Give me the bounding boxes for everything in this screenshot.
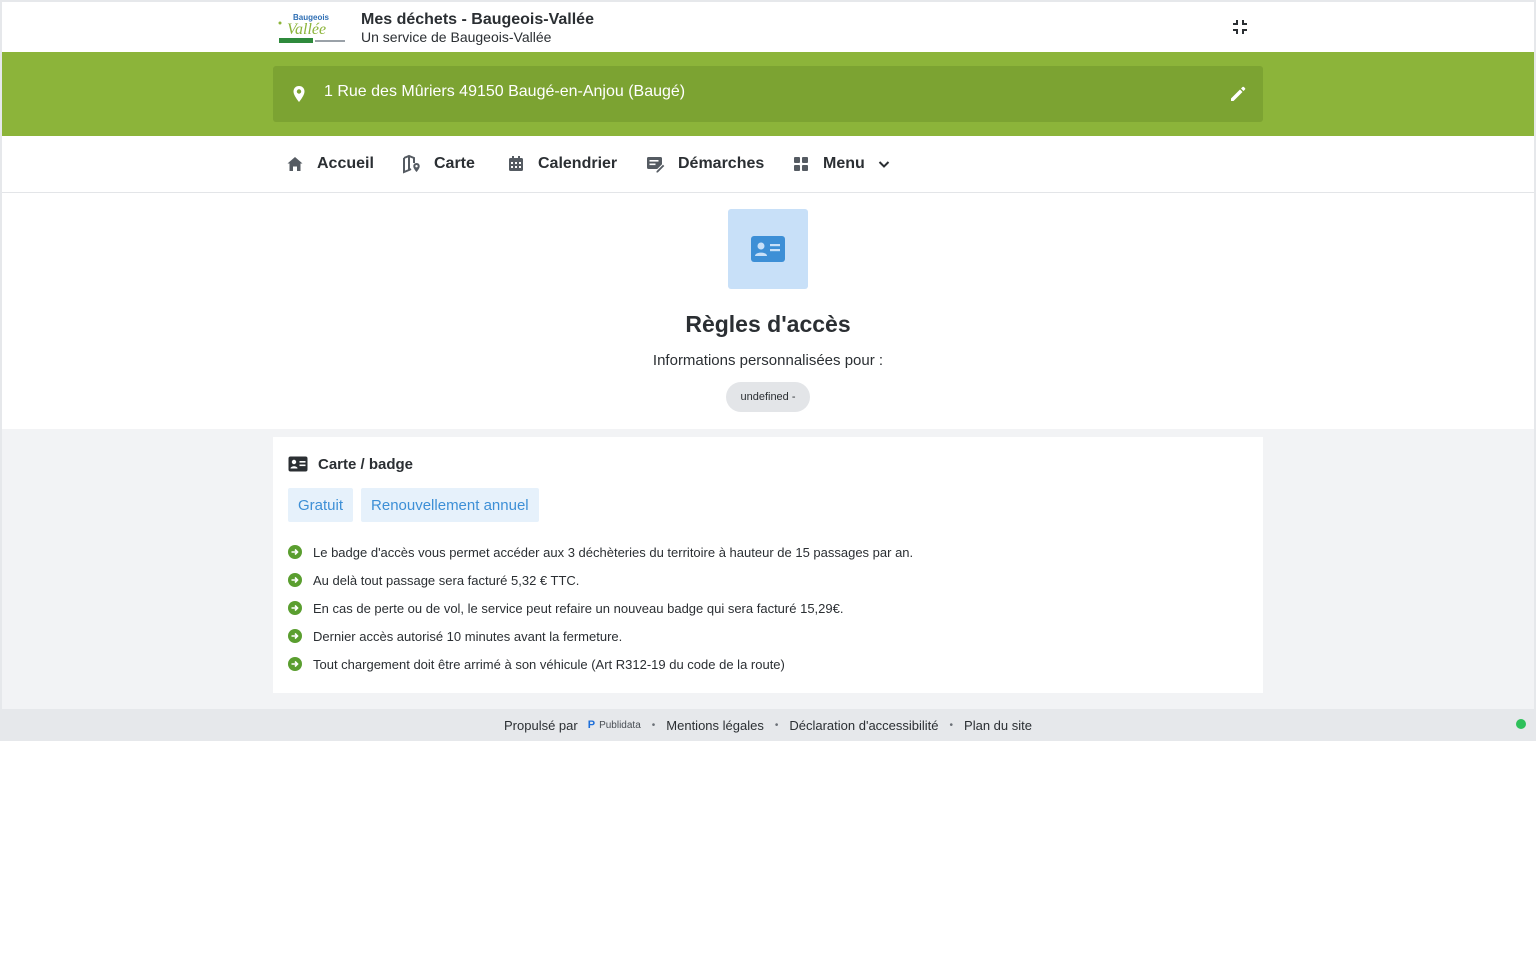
nav-item-menu[interactable]: Menu: [791, 136, 891, 192]
footer-link-accessibilite[interactable]: Déclaration d'accessibilité: [789, 718, 938, 733]
form-edit-icon: [646, 154, 666, 174]
rules-list: Le badge d'accès vous permet accéder aux…: [288, 538, 913, 678]
chevron-down-icon: [877, 157, 891, 171]
footer-link-mentions[interactable]: Mentions légales: [666, 718, 764, 733]
list-item-text: Dernier accès autorisé 10 minutes avant …: [313, 628, 623, 644]
list-item: Au delà tout passage sera facturé 5,32 €…: [288, 566, 913, 594]
arrow-circle-icon: [288, 573, 302, 587]
page-subtitle: Informations personnalisées pour :: [652, 352, 884, 369]
arrow-circle-icon: [288, 601, 302, 615]
top-header: Baugeois Vallée Mes déchets - Baugeois-V…: [2, 2, 1534, 52]
list-item: Dernier accès autorisé 10 minutes avant …: [288, 622, 913, 650]
app-title: Mes déchets - Baugeois-Vallée: [361, 11, 594, 28]
list-item: En cas de perte ou de vol, le service pe…: [288, 594, 913, 622]
card-title: Carte / badge: [318, 455, 414, 473]
nav-label: Menu: [823, 155, 865, 172]
nav-item-carte[interactable]: Carte: [402, 136, 475, 192]
address-text: 1 Rue des Mûriers 49150 Baugé-en-Anjou (…: [324, 83, 686, 100]
footer-link-plan[interactable]: Plan du site: [964, 718, 1032, 733]
main-nav: Accueil Carte Calendrier Démarches Menu: [2, 136, 1534, 193]
page-title: Règles d'accès: [685, 311, 851, 337]
id-card-icon: [728, 209, 808, 289]
list-item: Tout chargement doit être arrimé à son v…: [288, 650, 913, 678]
page-hero: Règles d'accès Informations personnalisé…: [2, 193, 1534, 429]
list-item-text: En cas de perte ou de vol, le service pe…: [313, 600, 844, 616]
arrow-circle-icon: [288, 657, 302, 671]
grid-icon: [791, 154, 811, 174]
card-tags: Gratuit Renouvellement annuel: [288, 488, 539, 522]
powered-by-label: Propulsé par: [504, 717, 578, 733]
powered-by[interactable]: Propulsé par P Publidata: [504, 718, 641, 733]
footer-separator: •: [949, 719, 954, 731]
logo-text-main: Vallée: [287, 21, 326, 38]
home-icon: [285, 154, 305, 174]
tag-gratuit: Gratuit: [288, 488, 354, 522]
status-indicator: [1516, 719, 1526, 729]
nav-item-calendrier[interactable]: Calendrier: [506, 136, 617, 192]
publidata-logo: P Publidata: [588, 719, 641, 731]
collapse-icon: [1233, 20, 1247, 34]
nav-item-demarches[interactable]: Démarches: [646, 136, 764, 192]
publidata-brand: Publidata: [599, 719, 641, 731]
content-area: Carte / badge Gratuit Renouvellement ann…: [2, 429, 1534, 709]
list-item-text: Au delà tout passage sera facturé 5,32 €…: [313, 572, 580, 588]
nav-item-accueil[interactable]: Accueil: [285, 136, 374, 192]
footer-links: Propulsé par P Publidata • Mentions léga…: [0, 709, 1536, 741]
address-band: 1 Rue des Mûriers 49150 Baugé-en-Anjou (…: [2, 52, 1534, 136]
pencil-icon[interactable]: [1227, 83, 1249, 105]
location-pin-icon: [289, 84, 309, 104]
list-item-text: Le badge d'accès vous permet accéder aux…: [313, 544, 914, 560]
list-item: Le badge d'accès vous permet accéder aux…: [288, 538, 913, 566]
footer-separator: •: [651, 719, 656, 731]
tag-renouvellement: Renouvellement annuel: [361, 488, 539, 522]
page-footer: Propulsé par P Publidata • Mentions léga…: [0, 709, 1536, 741]
profile-chip[interactable]: undefined -: [726, 382, 810, 412]
id-card-icon: [288, 454, 308, 474]
badge-card: Carte / badge Gratuit Renouvellement ann…: [273, 437, 1263, 693]
card-header: Carte / badge: [288, 454, 413, 474]
nav-label: Carte: [434, 155, 475, 172]
nav-label: Démarches: [678, 155, 765, 172]
arrow-circle-icon: [288, 629, 302, 643]
nav-label: Accueil: [317, 155, 374, 172]
list-item-text: Tout chargement doit être arrimé à son v…: [313, 656, 785, 672]
footer-separator: •: [774, 719, 779, 731]
calendar-icon: [506, 154, 526, 174]
app-subtitle: Un service de Baugeois-Vallée: [361, 29, 552, 45]
map-icon: [402, 154, 422, 174]
baugeois-vallee-logo: Baugeois Vallée: [277, 11, 347, 45]
address-selector[interactable]: 1 Rue des Mûriers 49150 Baugé-en-Anjou (…: [273, 66, 1263, 122]
nav-label: Calendrier: [538, 155, 618, 172]
arrow-circle-icon: [288, 545, 302, 559]
publidata-p-icon: P: [587, 719, 596, 731]
collapse-button[interactable]: [1228, 15, 1252, 39]
